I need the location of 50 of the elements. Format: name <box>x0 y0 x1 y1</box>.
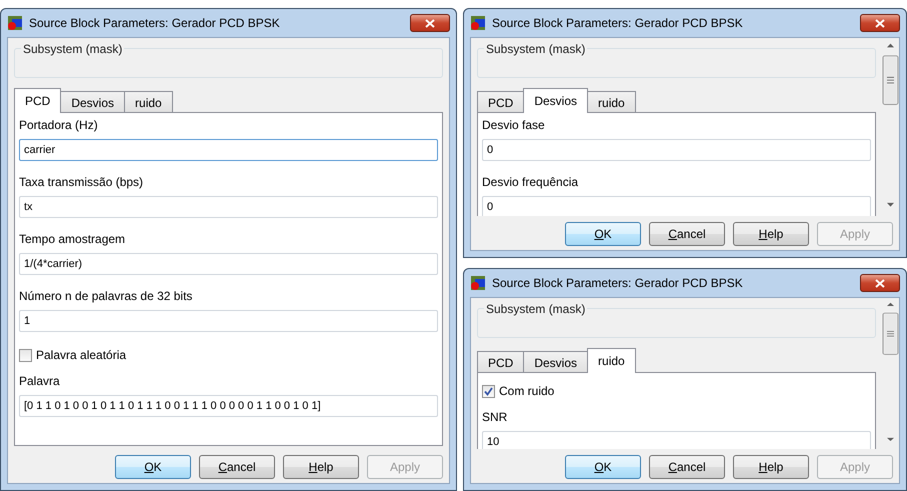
field-label: Taxa transmissão (bps) <box>19 175 144 189</box>
dialog-button[interactable]: Cancel <box>199 455 275 479</box>
field-label: Portadora (Hz) <box>19 118 99 132</box>
field-label: Desvio frequência <box>482 175 580 189</box>
field-label: Tempo amostragem <box>19 232 126 246</box>
checkbox[interactable] <box>19 348 32 362</box>
tab[interactable]: PCD <box>477 351 524 372</box>
input-field[interactable]: 0 <box>482 196 871 216</box>
field-label: Desvio fase <box>482 118 546 132</box>
input-field[interactable]: 1 <box>19 310 438 332</box>
input-field[interactable]: 0 <box>482 139 871 161</box>
app-icon <box>470 15 486 31</box>
input-field[interactable]: 10 <box>482 431 871 449</box>
tab[interactable]: Desvios <box>60 91 126 112</box>
input-field[interactable]: [0 1 1 0 1 0 0 1 0 1 1 0 1 1 1 0 0 1 1 1 0 0 0 0 0 1 1 0 0 1 0 1] <box>19 395 438 417</box>
checkbox-label: Com ruido <box>499 383 554 400</box>
checkbox-label: Palavra aleatória <box>36 347 126 364</box>
close-button[interactable] <box>860 14 900 32</box>
dialog-button[interactable]: Help <box>283 455 359 479</box>
app-icon <box>470 275 486 291</box>
checkbox[interactable] <box>482 384 495 398</box>
input-field[interactable]: tx <box>19 196 438 218</box>
tab[interactable]: ruido <box>124 91 173 112</box>
dialog-button[interactable]: OK <box>565 455 641 479</box>
input-field[interactable]: 1/(4*carrier) <box>19 253 438 275</box>
window-title: Source Block Parameters: Gerador PCD BPSK <box>492 275 743 292</box>
field-label: Palavra <box>19 374 61 388</box>
dialog-button[interactable]: Cancel <box>649 222 725 246</box>
dialog-button[interactable]: Cancel <box>649 455 725 479</box>
close-button[interactable] <box>410 14 450 32</box>
window-title: Source Block Parameters: Gerador PCD BPSK <box>492 15 743 32</box>
field-label: SNR <box>482 410 508 424</box>
window-title: Source Block Parameters: Gerador PCD BPSK <box>29 15 280 32</box>
dialog-button[interactable]: OK <box>565 222 641 246</box>
close-icon <box>875 18 885 28</box>
close-icon <box>875 278 885 288</box>
dialog-button[interactable]: Help <box>733 222 809 246</box>
close-button[interactable] <box>860 274 900 292</box>
tab[interactable]: PCD <box>14 88 62 113</box>
app-icon <box>7 15 23 31</box>
tab[interactable]: ruido <box>587 348 636 373</box>
tab[interactable]: PCD <box>477 91 524 112</box>
tab[interactable]: Desvios <box>523 351 588 372</box>
tab[interactable]: Desvios <box>523 88 588 113</box>
tab[interactable]: ruido <box>587 91 636 112</box>
field-label: Número n de palavras de 32 bits <box>19 289 194 303</box>
dialog-button[interactable]: Help <box>733 455 809 479</box>
dialog-button[interactable]: OK <box>115 455 191 479</box>
input-field[interactable]: carrier <box>19 139 438 161</box>
close-icon <box>425 18 435 28</box>
